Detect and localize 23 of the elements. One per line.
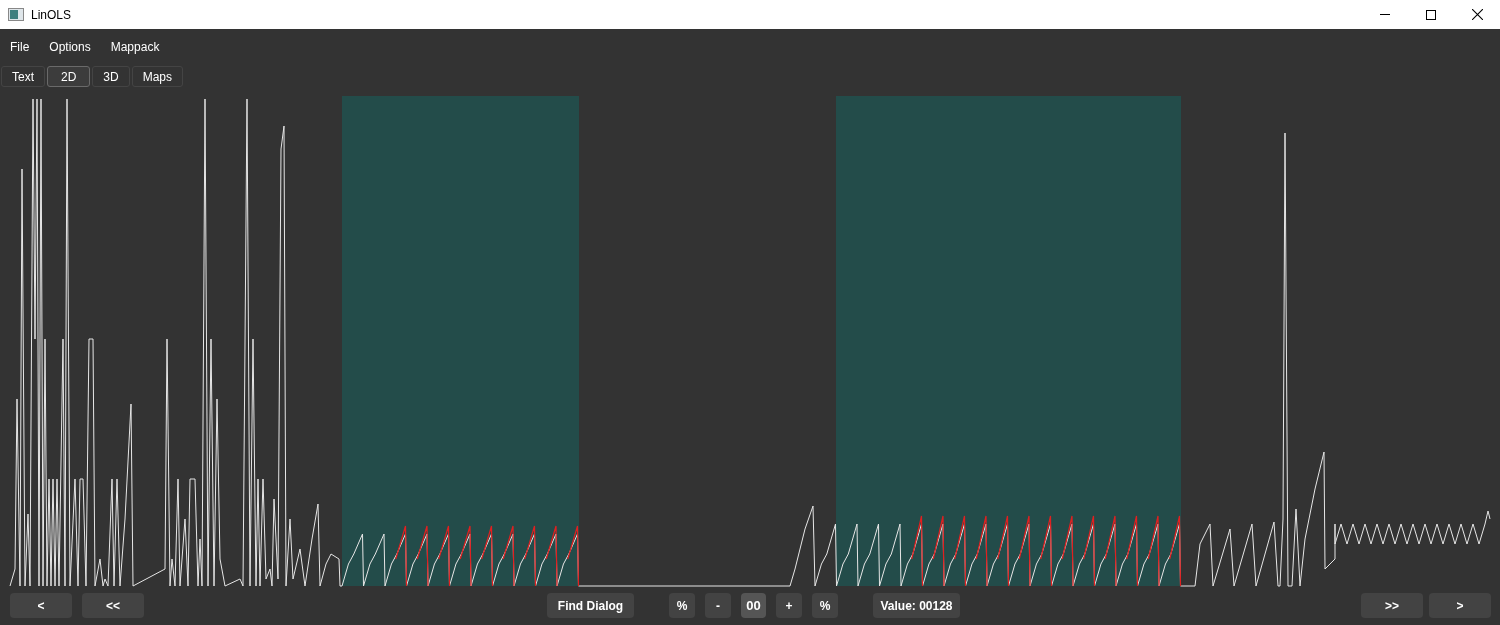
window-title: LinOLS [31,6,72,24]
close-icon [1471,9,1483,20]
minimize-icon [1380,14,1390,15]
step-button[interactable]: % [812,593,838,618]
tab[interactable]: 3D [92,66,130,87]
menu-item[interactable]: Options [39,34,101,59]
menu-item[interactable]: File [0,34,40,59]
menu-item[interactable]: Mappack [100,34,170,59]
step-value-button[interactable]: 00 [741,593,766,618]
step-button[interactable]: - [705,593,731,618]
tab[interactable]: Text [1,66,45,87]
tab[interactable]: 2D [47,66,91,87]
value-readout[interactable]: Value: 00128 [873,593,960,618]
tab[interactable]: Maps [131,66,184,87]
maximize-icon [1426,9,1436,20]
nav-button[interactable]: < [10,593,72,618]
app-icon [8,8,24,21]
find-dialog-button[interactable]: Find Dialog [547,593,634,618]
nav-button[interactable]: << [82,593,144,618]
nav-button[interactable]: > [1429,593,1491,618]
step-button[interactable]: % [669,593,695,618]
nav-button[interactable]: >> [1361,593,1423,618]
step-button[interactable]: + [776,593,802,618]
